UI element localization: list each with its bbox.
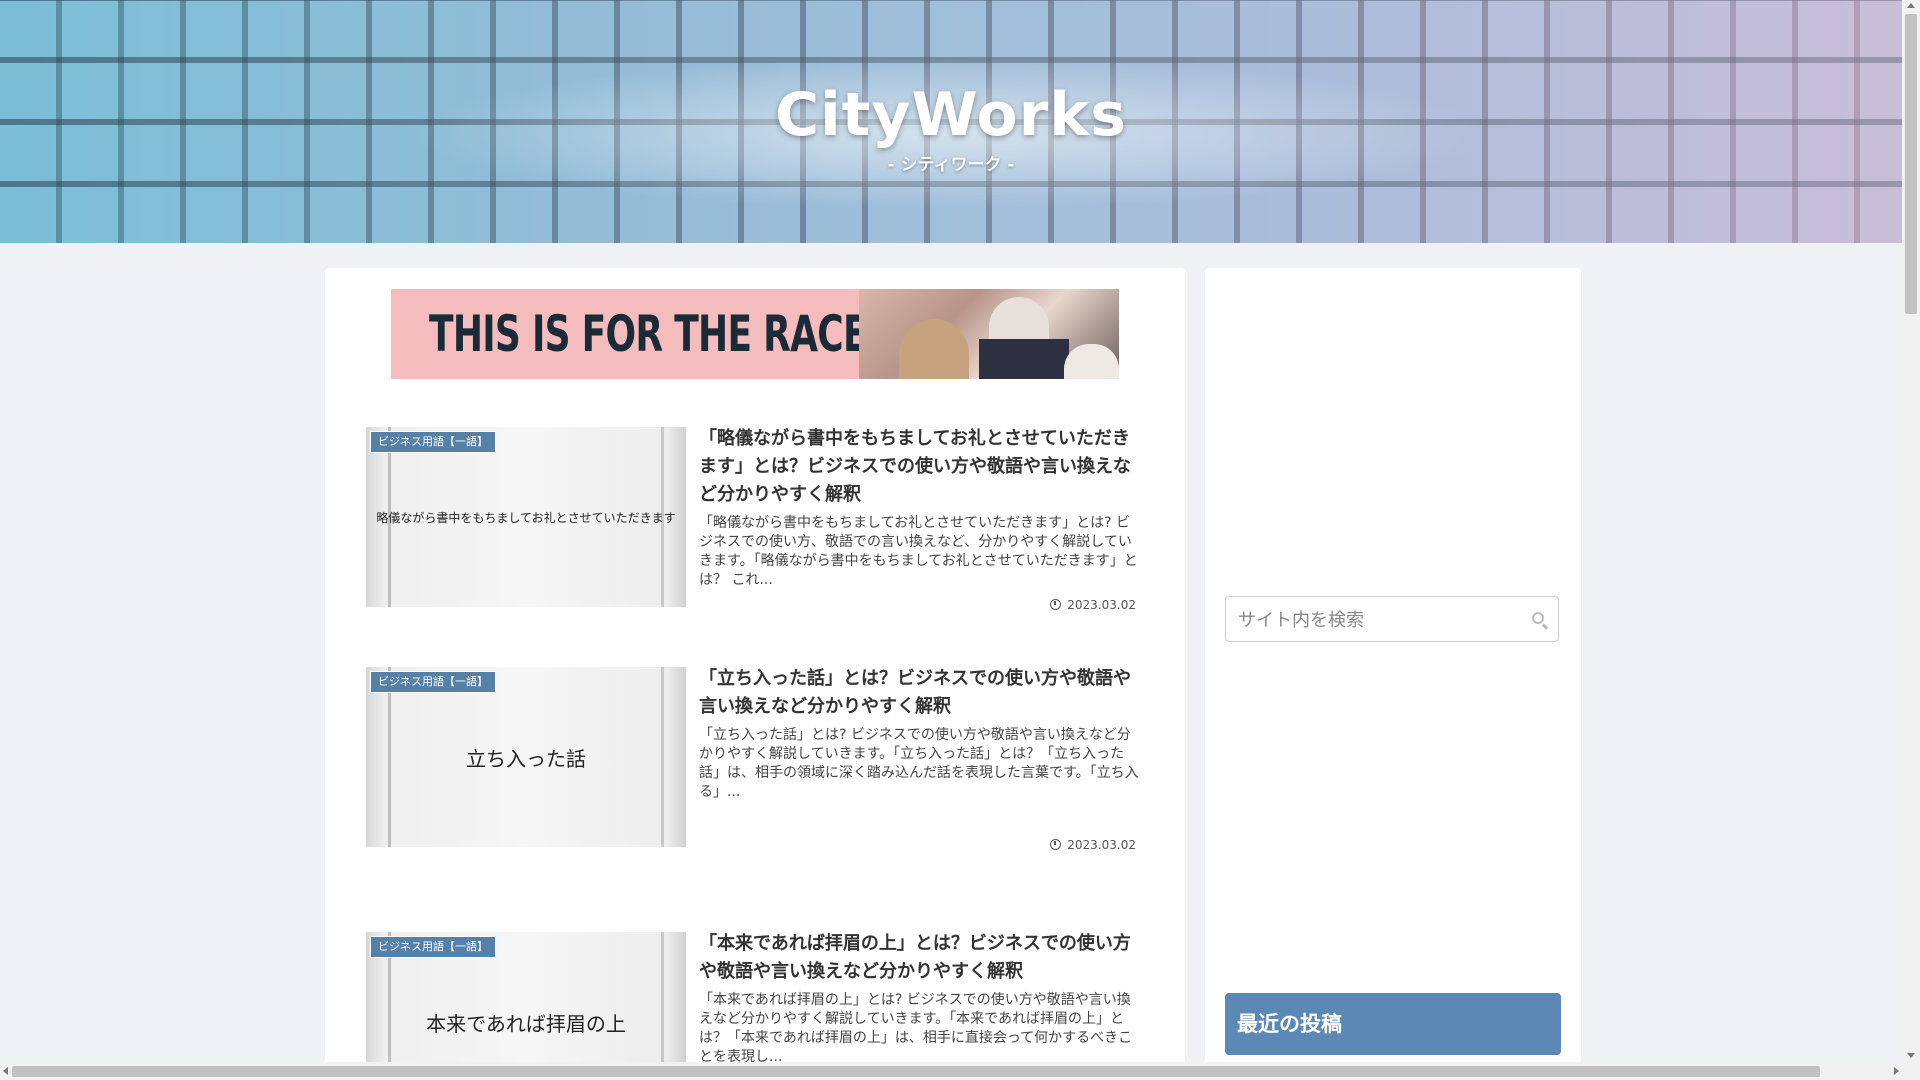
site-subtitle: - シティワーク - (887, 155, 1015, 175)
scroll-up-icon[interactable] (1907, 3, 1915, 8)
main-content: THIS IS FOR THE RACE LOVERS 略儀ながら書中をもちまし… (325, 268, 1185, 1080)
article-date: 2023.03.02 (1050, 838, 1136, 852)
search-input[interactable] (1236, 605, 1520, 635)
article-thumbnail[interactable]: 立ち入った話 ビジネス用語【一語】 (366, 667, 686, 847)
thumbnail-text: 立ち入った話 (466, 746, 586, 771)
sidebar: 最近の投稿 (1205, 268, 1581, 1080)
article-excerpt: 「本来であれば拝眉の上」とは? ビジネスでの使い方や敬語や言い換えなど分かりやす… (699, 992, 1133, 1065)
vertical-scroll-thumb[interactable] (1905, 14, 1917, 314)
article-title[interactable]: 「本来であれば拝眉の上」とは？ビジネスでの使い方や敬語や言い換えなど分かりやすく… (699, 930, 1139, 986)
thumbnail-text: 略儀ながら書中をもちましてお礼とさせていただきます (376, 510, 676, 525)
vertical-scrollbar[interactable] (1902, 0, 1920, 1080)
article-excerpt: 「略儀ながら書中をもちましてお礼とさせていただきます」とは? ビジネスでの使い方… (699, 515, 1138, 588)
search-box[interactable] (1225, 596, 1559, 642)
scroll-right-icon[interactable] (1894, 1067, 1899, 1075)
category-badge: ビジネス用語【一語】 (370, 431, 496, 453)
ad-banner-photo (859, 289, 1119, 379)
site-header: CityWorks - シティワーク - (0, 0, 1902, 243)
article-thumbnail[interactable]: 本来であれば拝眉の上 ビジネス用語【一語】 (366, 932, 686, 1080)
clock-icon (1050, 599, 1062, 610)
clock-icon (1050, 839, 1062, 850)
ad-banner[interactable]: THIS IS FOR THE RACE LOVERS (391, 289, 1119, 379)
article-card[interactable]: 立ち入った話 ビジネス用語【一語】 「立ち入った話」とは？ビジネスでの使い方や敬… (366, 665, 1146, 852)
horizontal-scrollbar[interactable] (0, 1062, 1902, 1080)
horizontal-scroll-thumb[interactable] (12, 1066, 1820, 1077)
category-badge: ビジネス用語【一語】 (370, 671, 496, 693)
scroll-down-icon[interactable] (1907, 1053, 1915, 1058)
article-title[interactable]: 「立ち入った話」とは？ビジネスでの使い方や敬語や言い換えなど分かりやすく解釈 (699, 665, 1139, 721)
article-date-text: 2023.03.02 (1067, 838, 1136, 852)
article-title[interactable]: 「略儀ながら書中をもちましてお礼とさせていただきます」とは？ビジネスでの使い方や… (699, 425, 1139, 509)
scroll-left-icon[interactable] (3, 1067, 8, 1075)
article-card[interactable]: 略儀ながら書中をもちましてお礼とさせていただきます ビジネス用語【一語】 「略儀… (366, 425, 1146, 612)
site-title[interactable]: CityWorks (0, 80, 1902, 150)
article-excerpt: 「立ち入った話」とは? ビジネスでの使い方や敬語や言い換えなど分かりやすく解説し… (699, 727, 1139, 800)
search-icon[interactable] (1532, 612, 1544, 624)
article-card[interactable]: 本来であれば拝眉の上 ビジネス用語【一語】 「本来であれば拝眉の上」とは？ビジネ… (366, 932, 1146, 1080)
article-date: 2023.03.02 (1050, 598, 1136, 612)
category-badge: ビジネス用語【一語】 (370, 936, 496, 958)
article-date-text: 2023.03.02 (1067, 598, 1136, 612)
recent-posts-heading: 最近の投稿 (1225, 993, 1561, 1055)
article-thumbnail[interactable]: 略儀ながら書中をもちましてお礼とさせていただきます ビジネス用語【一語】 (366, 427, 686, 607)
